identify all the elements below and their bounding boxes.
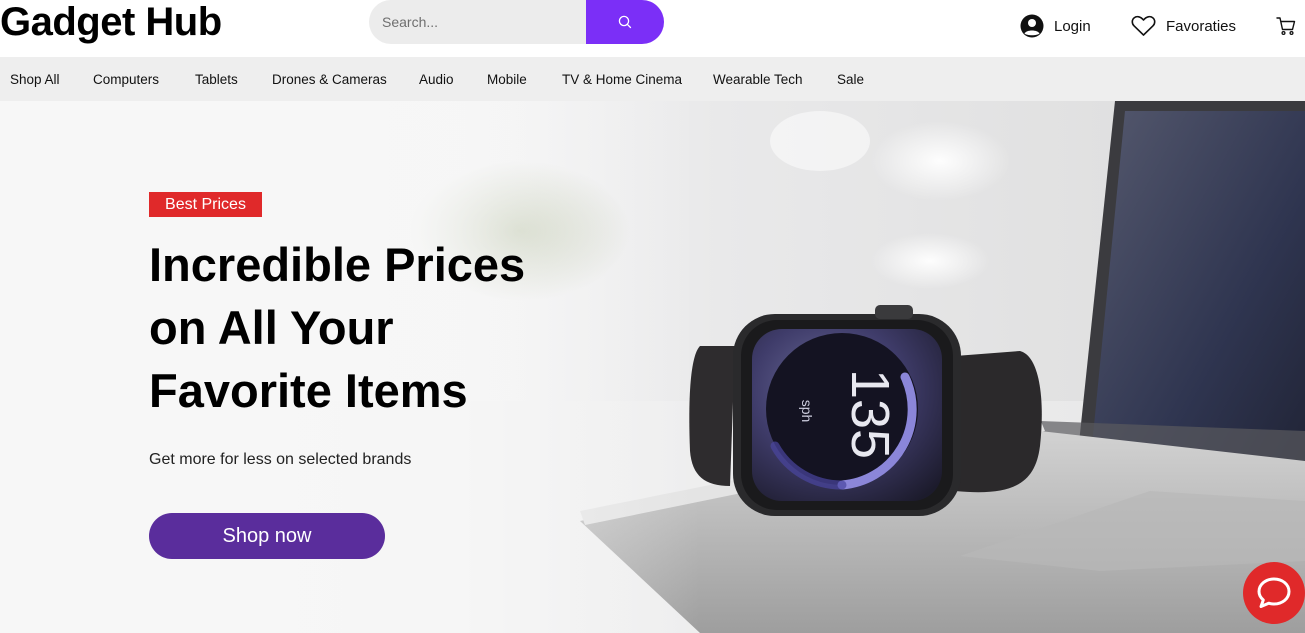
- hero-subtext: Get more for less on selected brands: [149, 451, 412, 468]
- nav-item-sale[interactable]: Sale: [837, 57, 864, 101]
- watch-unit: sph: [799, 400, 815, 423]
- site-header: Gadget Hub Login Favoraties: [0, 0, 1305, 57]
- nav-item-mobile[interactable]: Mobile: [487, 57, 527, 101]
- login-button[interactable]: Login: [1020, 0, 1091, 52]
- search-button[interactable]: [586, 0, 664, 44]
- heart-icon: [1131, 15, 1156, 36]
- cart-button[interactable]: [1276, 0, 1296, 52]
- favorites-label: Favoraties: [1166, 17, 1237, 35]
- chat-bubble-icon: [1257, 577, 1291, 608]
- best-prices-badge: Best Prices: [149, 192, 262, 217]
- search-icon: [618, 15, 632, 29]
- chat-button[interactable]: [1243, 562, 1305, 624]
- search-bar: [369, 0, 664, 44]
- hero-headline-line-3: Favorite Items: [149, 364, 468, 417]
- hero-headline-line-1: Incredible Prices: [149, 238, 526, 291]
- nav-item-tv-home-cinema[interactable]: TV & Home Cinema: [562, 57, 682, 101]
- cart-icon: [1276, 17, 1296, 36]
- nav-item-tablets[interactable]: Tablets: [195, 57, 238, 101]
- hero-headline: Incredible Prices on All Your Favorite I…: [149, 233, 589, 422]
- nav-item-drones-cameras[interactable]: Drones & Cameras: [272, 57, 387, 101]
- user-icon: [1020, 14, 1044, 38]
- category-nav: Shop All Computers Tablets Drones & Came…: [0, 57, 1305, 101]
- nav-item-audio[interactable]: Audio: [419, 57, 454, 101]
- watch-value: 135: [840, 369, 900, 459]
- nav-item-wearable-tech[interactable]: Wearable Tech: [713, 57, 803, 101]
- hero-banner: 135 sph Best Prices Incredible Prices on…: [0, 101, 1305, 633]
- nav-item-shop-all[interactable]: Shop All: [10, 57, 60, 101]
- search-input[interactable]: [369, 0, 605, 44]
- favorites-button[interactable]: Favoraties: [1131, 0, 1236, 52]
- shop-now-button[interactable]: Shop now: [149, 513, 385, 559]
- nav-item-computers[interactable]: Computers: [93, 57, 159, 101]
- site-logo[interactable]: Gadget Hub: [0, 0, 222, 46]
- hero-headline-line-2: on All Your: [149, 301, 394, 354]
- login-label: Login: [1054, 17, 1091, 35]
